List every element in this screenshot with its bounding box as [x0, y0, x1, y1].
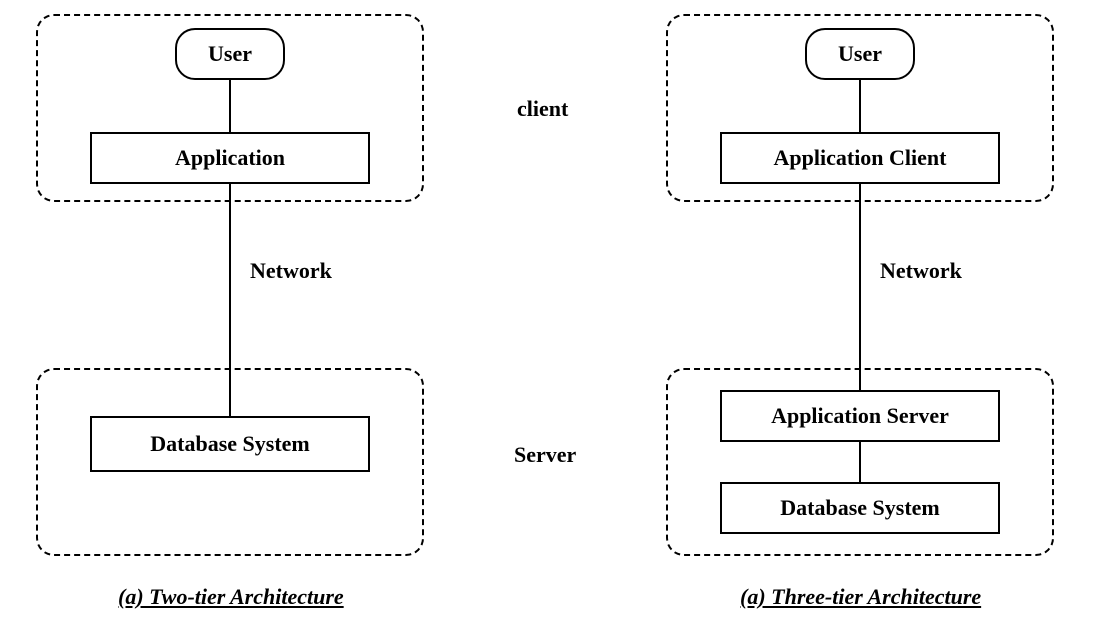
three-tier-user-to-appclient-connector	[859, 80, 861, 132]
three-tier-network-label: Network	[880, 258, 962, 284]
three-tier-app-server-label: Application Server	[771, 403, 949, 429]
three-tier-caption: (a) Three-tier Architecture	[740, 584, 981, 610]
three-tier-database-label: Database System	[780, 495, 940, 521]
two-tier-application-label: Application	[175, 145, 285, 171]
two-tier-application-node: Application	[90, 132, 370, 184]
two-tier-caption: (a) Two-tier Architecture	[118, 584, 344, 610]
two-tier-user-label: User	[208, 41, 252, 67]
three-tier-app-server-node: Application Server	[720, 390, 1000, 442]
two-tier-user-node: User	[175, 28, 285, 80]
three-tier-user-node: User	[805, 28, 915, 80]
client-tier-label: client	[517, 96, 568, 122]
two-tier-database-label: Database System	[150, 431, 310, 457]
server-tier-label: Server	[514, 442, 576, 468]
three-tier-network-connector	[859, 184, 861, 390]
three-tier-user-label: User	[838, 41, 882, 67]
three-tier-app-client-label: Application Client	[774, 145, 947, 171]
two-tier-database-node: Database System	[90, 416, 370, 472]
two-tier-network-label: Network	[250, 258, 332, 284]
three-tier-appserver-to-db-connector	[859, 442, 861, 482]
diagram-canvas: User Application Database System (a) Two…	[0, 0, 1116, 643]
three-tier-database-node: Database System	[720, 482, 1000, 534]
three-tier-app-client-node: Application Client	[720, 132, 1000, 184]
two-tier-user-to-app-connector	[229, 80, 231, 132]
